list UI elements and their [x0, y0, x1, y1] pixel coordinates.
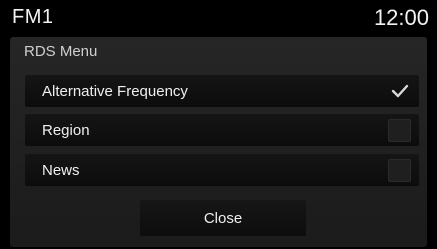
menu-item-label: Alternative Frequency: [42, 83, 188, 100]
close-button[interactable]: Close: [140, 200, 306, 236]
menu-item-label: News: [42, 162, 80, 179]
rds-menu-dialog: RDS Menu Alternative Frequency Region Ne…: [10, 37, 427, 247]
status-bar: FM1 12:00: [0, 0, 437, 36]
alternative-frequency-checkbox[interactable]: [388, 80, 411, 103]
close-button-label: Close: [203, 210, 243, 227]
menu-item-region[interactable]: Region: [25, 114, 419, 146]
menu-item-label: Region: [42, 122, 90, 139]
region-checkbox[interactable]: [388, 119, 411, 142]
clock: 12:00: [373, 5, 429, 30]
menu-item-news[interactable]: News: [25, 154, 419, 186]
menu-item-alternative-frequency[interactable]: Alternative Frequency: [25, 75, 419, 107]
news-checkbox[interactable]: [388, 159, 411, 182]
radio-source-label: FM1: [12, 6, 54, 28]
dialog-title: RDS Menu: [24, 43, 98, 60]
check-icon: [391, 84, 409, 98]
